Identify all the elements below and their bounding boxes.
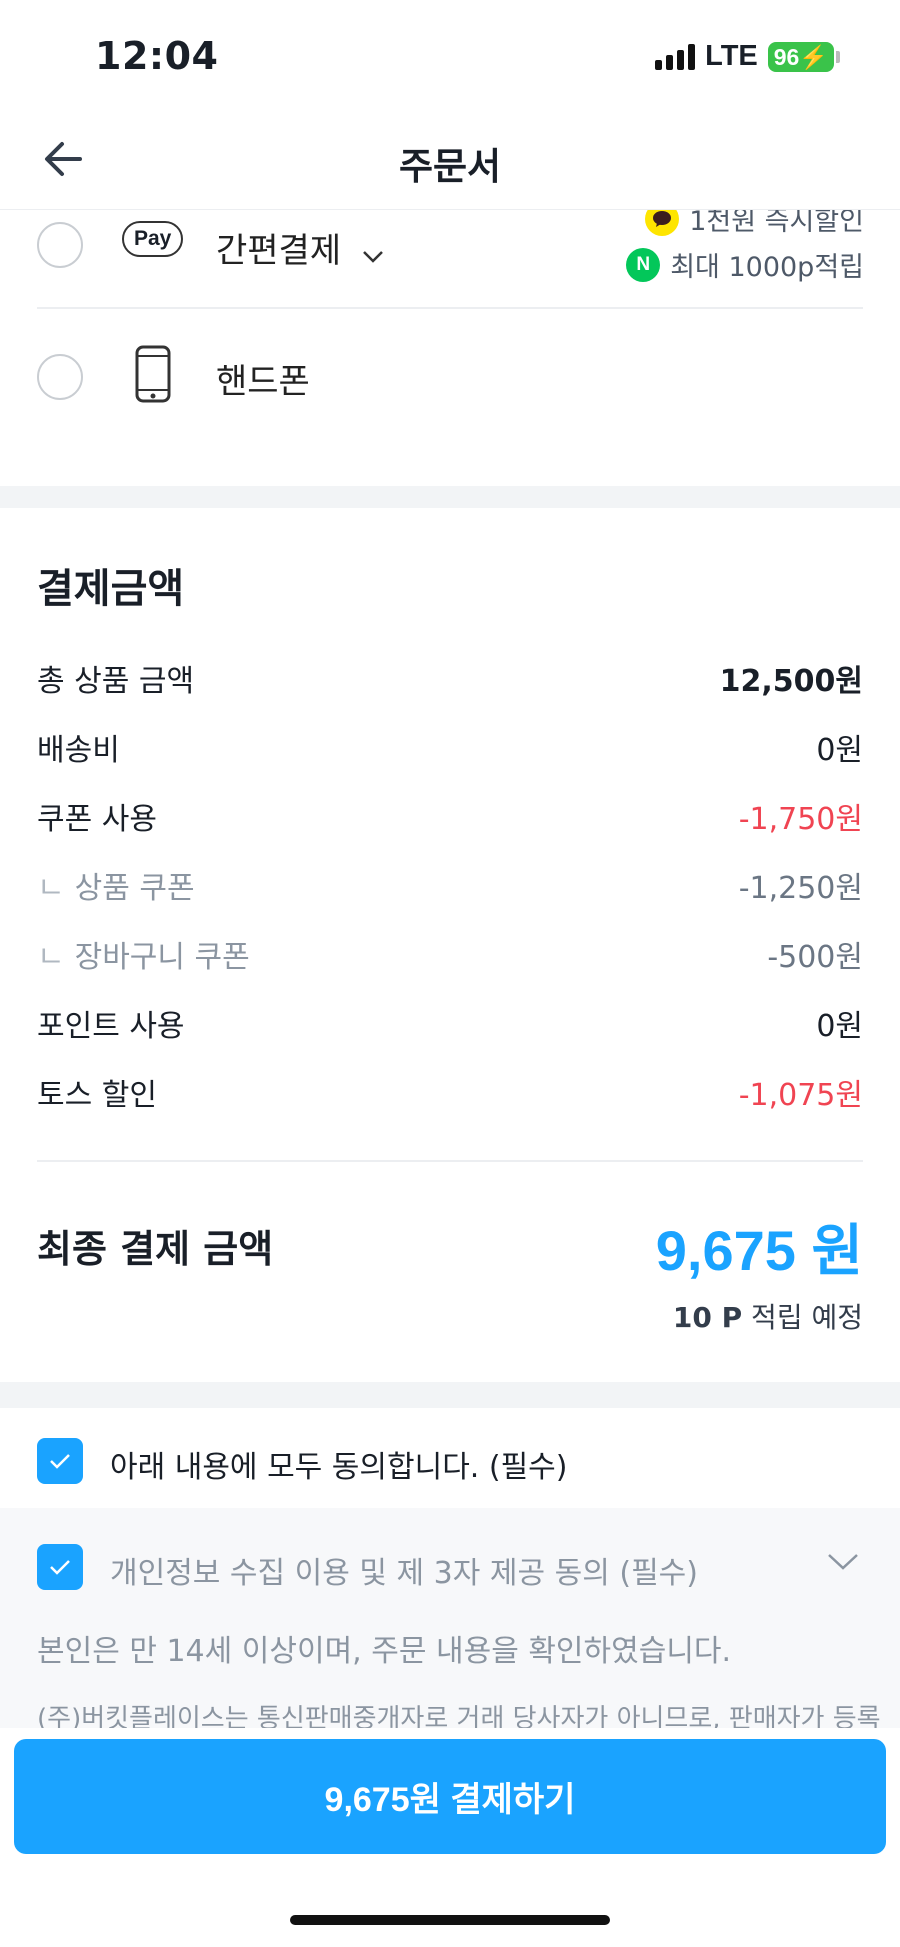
pay-button[interactable]: 9,675원 결제하기 xyxy=(14,1739,886,1854)
final-amount-label: 최종 결제 금액 xyxy=(37,1227,274,1271)
easypay-radio[interactable] xyxy=(37,222,83,268)
points-note: 10 P 적립 예정 xyxy=(672,1301,863,1334)
home-indicator xyxy=(290,1915,610,1925)
network-label: LTE xyxy=(705,40,758,72)
battery-level: 96⚡ xyxy=(767,41,834,72)
privacy-consent-label[interactable]: 개인정보 수집 이용 및 제 3자 제공 동의 (필수) xyxy=(110,1548,698,1592)
agree-all-checkbox[interactable] xyxy=(37,1438,83,1484)
intermediary-notice-text: (주)버킷플레이스는 통신판매중개자로 거래 당사자가 아니므로, 판매자가 등… xyxy=(37,1704,881,1728)
summary-row-cart-coupon: ㄴ 장바구니 쿠폰 -500원 xyxy=(37,940,863,975)
divider xyxy=(37,1160,863,1162)
section-divider xyxy=(0,486,900,508)
final-amount-value: 9,675 원 xyxy=(655,1219,863,1282)
status-indicators: LTE 96⚡ xyxy=(655,40,840,73)
status-time: 12:04 xyxy=(95,34,219,78)
age-confirm-text: 본인은 만 14세 이상이며, 주문 내용을 확인하였습니다. xyxy=(37,1634,732,1669)
status-bar: 12:04 LTE 96⚡ xyxy=(0,0,900,110)
privacy-checkbox[interactable] xyxy=(37,1544,83,1590)
summary-row-points: 포인트 사용 0원 xyxy=(37,1009,863,1044)
chevron-down-icon[interactable] xyxy=(826,1552,860,1576)
summary-row-total: 총 상품 금액 12,500원 xyxy=(37,664,863,699)
agree-all-label[interactable]: 아래 내용에 모두 동의합니다. (필수) xyxy=(110,1442,568,1486)
phone-icon xyxy=(134,344,172,408)
section-divider xyxy=(0,1382,900,1408)
agreement-details: 개인정보 수집 이용 및 제 3자 제공 동의 (필수) 본인은 만 14세 이… xyxy=(0,1508,900,1728)
naver-n-icon: N xyxy=(626,247,661,282)
summary-title: 결제금액 xyxy=(37,566,185,612)
naver-promo: N 최대 1000p적립 xyxy=(626,245,864,284)
agree-all-row[interactable]: 아래 내용에 모두 동의합니다. (필수) xyxy=(0,1408,900,1508)
divider xyxy=(37,307,863,309)
phone-label[interactable]: 핸드폰 xyxy=(216,354,310,403)
payment-method-easypay[interactable]: Pay 간편결제 1천원 즉시할인 N 최대 1000p적립 xyxy=(0,201,900,307)
summary-row-coupon: 쿠폰 사용 -1,750원 xyxy=(37,802,863,837)
easypay-label[interactable]: 간편결제 xyxy=(216,223,384,273)
phone-radio[interactable] xyxy=(37,354,83,400)
summary-row-toss-discount: 토스 할인 -1,075원 xyxy=(37,1078,863,1113)
signal-icon xyxy=(655,43,696,70)
nav-bar: 주문서 xyxy=(0,110,900,210)
page-title: 주문서 xyxy=(398,145,502,188)
summary-row-shipping: 배송비 0원 xyxy=(37,733,863,768)
payment-method-phone[interactable]: 핸드폰 xyxy=(0,320,900,430)
pay-badge-icon: Pay xyxy=(122,221,184,257)
summary-row-product-coupon: ㄴ 상품 쿠폰 -1,250원 xyxy=(37,871,863,906)
battery-icon: 96⚡ xyxy=(767,41,840,72)
chevron-down-icon xyxy=(362,233,384,273)
